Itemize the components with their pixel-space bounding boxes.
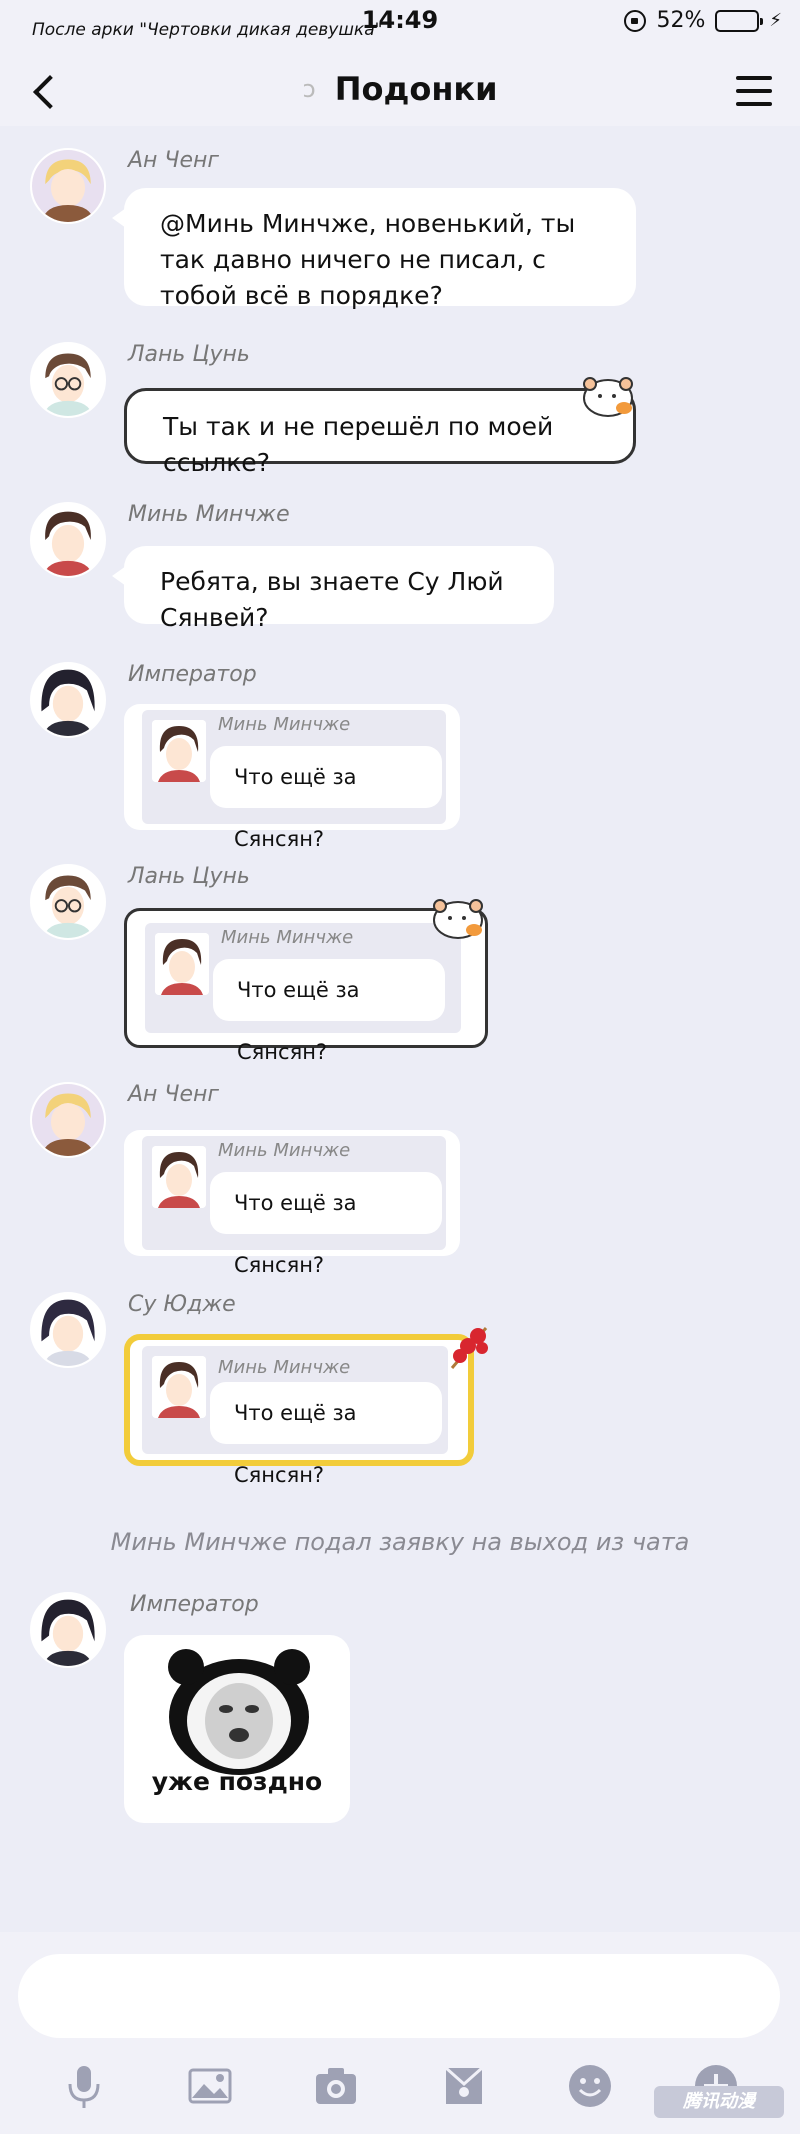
quote-card: Минь Минчже Что ещё за Сянсян? (145, 923, 461, 1064)
hamster-decoration-icon (433, 899, 483, 939)
sender-name: Ан Ченг (128, 148, 219, 173)
quoted-text: Что ещё за Сянсян? (210, 1382, 442, 1487)
mute-icon: ↄ (302, 75, 316, 103)
sender-name: Лань Цунь (128, 342, 250, 367)
avatar[interactable] (30, 1082, 106, 1158)
rotation-lock-icon (624, 9, 647, 32)
chat-title: Подонки (334, 70, 498, 108)
avatar[interactable] (30, 864, 106, 940)
avatar[interactable] (30, 662, 106, 738)
envelope-icon[interactable] (440, 2062, 488, 2110)
quoted-sender-name: Минь Минчже (218, 714, 351, 735)
avatar-dark-hair-icon (32, 1294, 104, 1366)
menu-icon-line (736, 102, 772, 106)
quoted-sender-name: Минь Минчже (218, 1140, 351, 1161)
quoted-message-bubble[interactable]: Минь Минчже Что ещё за Сянсян? (124, 704, 460, 851)
quote-card: Минь Минчже Что ещё за Сянсян? (142, 1346, 448, 1487)
avatar-brown-hair-icon (32, 504, 104, 576)
quoted-avatar (152, 1146, 206, 1208)
panda-meme-sticker-icon (168, 1649, 310, 1775)
message-bubble[interactable]: @Минь Минчже, новенький, ты так давно ни… (112, 188, 636, 310)
sender-name: Минь Минчже (128, 502, 290, 527)
message-bubble[interactable]: Ребята, вы знаете Су Люй Сянвей? (112, 546, 554, 632)
quoted-avatar (152, 720, 206, 782)
emoji-icon[interactable] (566, 2062, 614, 2110)
message-input[interactable] (18, 1954, 780, 2038)
avatar-blond-icon (32, 150, 104, 222)
sender-name: Император (130, 1592, 259, 1617)
watermark-logo: 腾讯动漫 (654, 2086, 784, 2118)
avatar-glasses-icon (32, 866, 104, 938)
quoted-text: Что ещё за Сянсян? (210, 746, 442, 851)
avatar[interactable] (30, 148, 106, 224)
hamster-decoration-icon (583, 377, 633, 417)
sender-name: Лань Цунь (128, 864, 250, 889)
quote-card: Минь Минчже Что ещё за Сянсян? (142, 1136, 446, 1277)
quoted-sender-name: Минь Минчже (221, 927, 354, 948)
quoted-avatar (155, 933, 209, 995)
sticker-caption: уже поздно (151, 1767, 323, 1796)
composer-area: 腾讯动漫 (0, 1932, 800, 2134)
avatar-dark-hair-icon (32, 1594, 104, 1666)
menu-button[interactable] (736, 76, 772, 106)
nav-title-area: ↄ Подонки (0, 70, 800, 108)
avatar-glasses-icon (32, 344, 104, 416)
system-notification: Минь Минчже подал заявку на выход из чат… (110, 1528, 690, 1556)
message-bubble[interactable]: Ты так и не перешёл по моей ссылке? (124, 388, 636, 477)
sender-name: Ан Ченг (128, 1082, 219, 1107)
avatar-dark-hair-icon (32, 664, 104, 736)
status-indicators: 52% ⚡ (624, 8, 782, 33)
battery-icon (715, 9, 764, 32)
menu-icon-line (736, 76, 772, 80)
sender-name: Су Юдже (128, 1292, 236, 1317)
avatar[interactable] (30, 342, 106, 418)
candied-fruit-decoration-icon (450, 1327, 488, 1369)
quoted-message-bubble[interactable]: Минь Минчже Что ещё за Сянсян? (124, 1130, 460, 1277)
camera-icon[interactable] (312, 2062, 360, 2110)
menu-icon-line (736, 89, 772, 93)
quoted-sender-name: Минь Минчже (218, 1357, 351, 1378)
battery-percent: 52% (656, 8, 706, 33)
quoted-message-bubble[interactable]: Минь Минчже Что ещё за Сянсян? (124, 1334, 474, 1487)
quote-card: Минь Минчже Что ещё за Сянсян? (142, 710, 446, 851)
image-icon[interactable] (186, 2062, 234, 2110)
nav-bar: ↄ Подонки (0, 58, 800, 126)
charging-icon: ⚡ (769, 10, 782, 31)
status-bar: После арки "Чертовки дикая девушка" 14:4… (0, 0, 800, 58)
quoted-text: Что ещё за Сянсян? (210, 1172, 442, 1277)
avatar-blond-icon (32, 1084, 104, 1156)
quoted-text: Что ещё за Сянсян? (213, 959, 445, 1064)
avatar[interactable] (30, 502, 106, 578)
avatar[interactable] (30, 1292, 106, 1368)
microphone-icon[interactable] (60, 2062, 108, 2110)
avatar[interactable] (30, 1592, 106, 1668)
sticker-message[interactable]: уже поздно (124, 1635, 350, 1823)
sender-name: Император (128, 662, 257, 687)
quoted-avatar (152, 1356, 206, 1418)
